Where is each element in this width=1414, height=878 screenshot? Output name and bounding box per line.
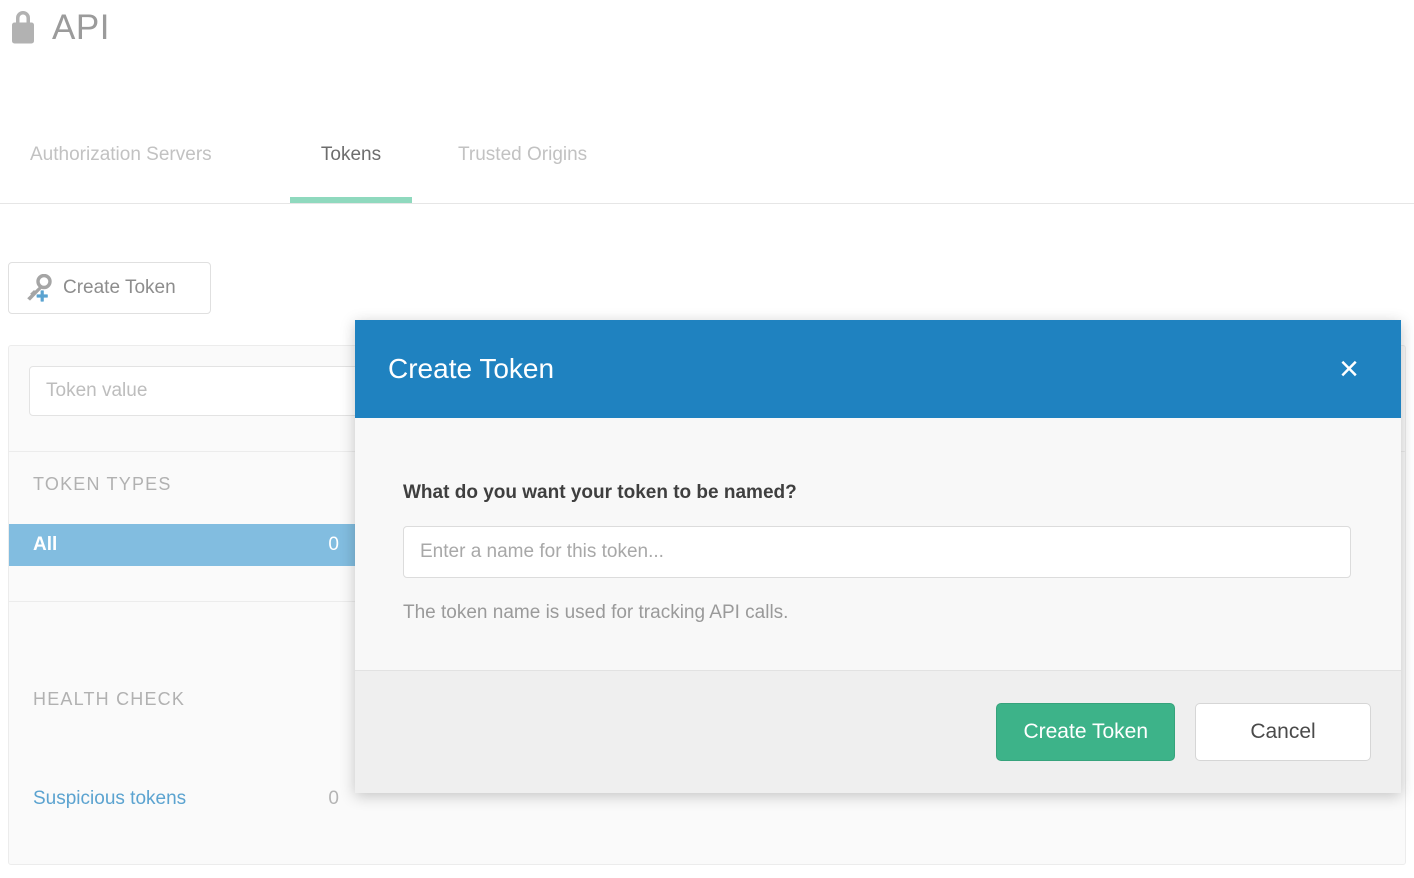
facet-row-suspicious-tokens[interactable]: Suspicious tokens 0 <box>9 778 361 820</box>
modal-footer: Create Token Cancel <box>355 671 1401 793</box>
page-title: API <box>52 7 110 47</box>
modal-title: Create Token <box>388 353 555 384</box>
token-name-hint: The token name is used for tracking API … <box>403 602 789 623</box>
tab-authorization-servers[interactable]: Authorization Servers <box>30 132 212 203</box>
modal-create-token-button[interactable]: Create Token <box>996 703 1175 761</box>
lock-icon <box>8 8 38 46</box>
tab-tokens[interactable]: Tokens <box>290 132 412 203</box>
facet-row-all[interactable]: All 0 <box>9 524 361 566</box>
modal-cancel-button[interactable]: Cancel <box>1195 703 1371 761</box>
section-title-token-types: Token Types <box>33 474 172 494</box>
create-token-modal: Create Token × What do you want your tok… <box>355 320 1401 793</box>
section-title-health-check: Health Check <box>33 689 186 709</box>
api-tokens-page: API Authorization Servers Tokens Trusted… <box>0 0 1414 878</box>
tab-bar: Authorization Servers Tokens Trusted Ori… <box>0 132 1414 204</box>
close-icon[interactable]: × <box>1327 347 1371 391</box>
modal-header: Create Token × <box>355 320 1401 418</box>
panel-divider-2 <box>9 601 361 602</box>
facet-label: All <box>33 534 58 555</box>
key-plus-icon <box>23 274 53 302</box>
create-token-button[interactable]: Create Token <box>8 262 211 314</box>
tab-trusted-origins[interactable]: Trusted Origins <box>458 132 587 203</box>
modal-body: What do you want your token to be named?… <box>355 418 1401 671</box>
page-header: API <box>8 8 110 46</box>
create-token-button-label: Create Token <box>63 277 176 298</box>
token-name-label: What do you want your token to be named? <box>403 482 797 503</box>
token-name-input[interactable] <box>403 526 1351 578</box>
facet-count: 0 <box>328 788 339 809</box>
facet-label: Suspicious tokens <box>33 788 187 809</box>
facet-count: 0 <box>328 534 339 555</box>
